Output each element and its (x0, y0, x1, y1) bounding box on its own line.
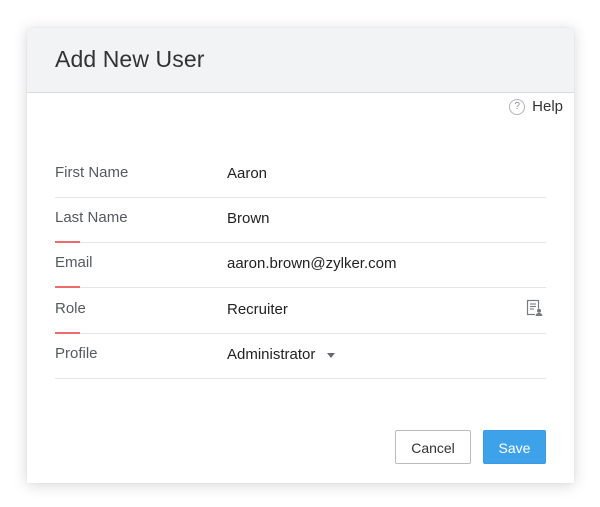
first-name-row: First Name Aaron (55, 152, 546, 198)
help-label: Help (532, 98, 563, 115)
email-row: Email aaron.brown@zylker.com (55, 242, 546, 288)
help-link[interactable]: ? Help (509, 98, 563, 115)
role-lookup-icon[interactable] (526, 299, 544, 317)
question-circle-icon: ? (509, 98, 526, 115)
last-name-row: Last Name Brown (55, 197, 546, 243)
cancel-button[interactable]: Cancel (395, 430, 471, 464)
role-row: Role Recruiter (55, 288, 546, 334)
add-user-dialog: Add New User ? Help First Name Aaron Las… (27, 28, 574, 483)
email-field[interactable]: aaron.brown@zylker.com (227, 255, 396, 272)
first-name-field[interactable]: Aaron (227, 165, 267, 182)
first-name-label: First Name (55, 164, 129, 181)
email-label: Email (55, 254, 93, 271)
profile-row: Profile Administrator (55, 333, 546, 379)
caret-down-icon (327, 352, 336, 358)
save-button[interactable]: Save (483, 430, 546, 464)
role-field[interactable]: Recruiter (227, 301, 288, 318)
last-name-label: Last Name (55, 209, 128, 226)
dialog-header: Add New User (27, 28, 574, 93)
dialog-title: Add New User (55, 46, 205, 72)
profile-value: Administrator (227, 346, 316, 363)
last-name-field[interactable]: Brown (227, 210, 270, 227)
profile-label: Profile (55, 345, 98, 362)
profile-select[interactable]: Administrator (227, 346, 336, 363)
role-label: Role (55, 300, 86, 317)
